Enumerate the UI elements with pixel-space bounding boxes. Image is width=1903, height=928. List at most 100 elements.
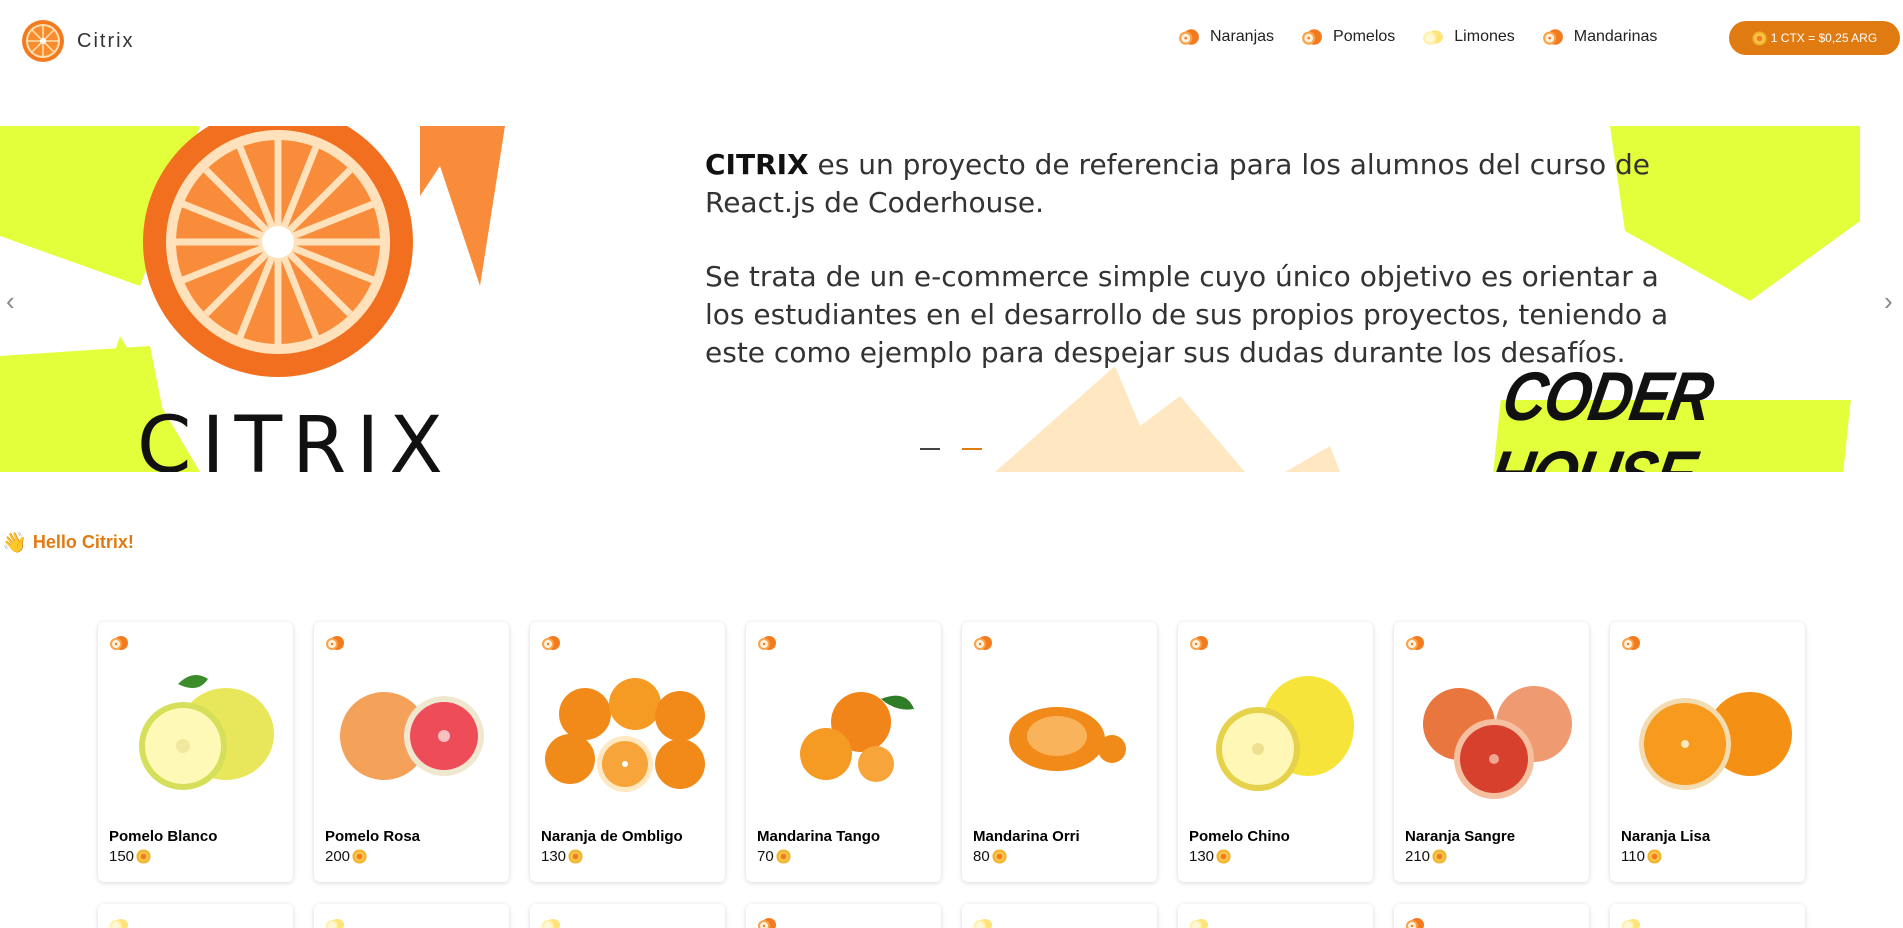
coin-icon bbox=[992, 849, 1007, 864]
product-image bbox=[1404, 664, 1579, 804]
category-fruit-icon bbox=[325, 635, 345, 651]
product-card[interactable]: Pomelo Blanco 150 bbox=[98, 622, 293, 882]
carousel-prev-button[interactable]: ‹ bbox=[6, 286, 15, 317]
orange-icon bbox=[1178, 28, 1200, 46]
nav-item-mandarinas[interactable]: Mandarinas bbox=[1542, 28, 1658, 46]
chevron-left-icon: ‹ bbox=[6, 286, 15, 316]
product-price-value: 80 bbox=[973, 848, 990, 865]
category-fruit-icon bbox=[1621, 917, 1641, 928]
product-price: 210 bbox=[1405, 848, 1447, 865]
nav-item-pomelos[interactable]: Pomelos bbox=[1301, 28, 1395, 46]
coin-icon bbox=[1752, 31, 1767, 46]
product-image bbox=[540, 664, 715, 804]
product-image bbox=[756, 664, 931, 804]
product-card[interactable]: Pomelo Chino 130 bbox=[1178, 622, 1373, 882]
product-price: 70 bbox=[757, 848, 791, 865]
brand-logo[interactable]: Citrix bbox=[21, 19, 135, 63]
category-fruit-icon bbox=[1189, 635, 1209, 651]
product-card[interactable] bbox=[1178, 904, 1373, 928]
nav-item-naranjas[interactable]: Naranjas bbox=[1178, 28, 1274, 46]
category-fruit-icon bbox=[1405, 635, 1425, 651]
product-card[interactable]: Naranja Sangre 210 bbox=[1394, 622, 1589, 882]
product-name: Naranja Lisa bbox=[1621, 828, 1711, 845]
product-price: 110 bbox=[1621, 848, 1662, 865]
coin-icon bbox=[1432, 849, 1447, 864]
currency-rate-button[interactable]: 1 CTX = $0,25 ARG bbox=[1729, 21, 1900, 55]
nav-label: Pomelos bbox=[1333, 28, 1396, 45]
category-fruit-icon bbox=[109, 635, 129, 651]
product-card[interactable] bbox=[314, 904, 509, 928]
category-fruit-icon bbox=[109, 917, 129, 928]
coin-icon bbox=[568, 849, 583, 864]
product-price-value: 130 bbox=[541, 848, 567, 865]
product-card[interactable] bbox=[1610, 904, 1805, 928]
product-card[interactable] bbox=[1394, 904, 1589, 928]
product-price-value: 70 bbox=[757, 848, 774, 865]
product-card[interactable]: Mandarina Tango 70 bbox=[746, 622, 941, 882]
product-card[interactable]: Naranja de Ombligo 130 bbox=[530, 622, 725, 882]
product-card[interactable]: Naranja Lisa 110 bbox=[1610, 622, 1805, 882]
category-fruit-icon bbox=[757, 917, 777, 928]
chevron-right-icon: › bbox=[1884, 286, 1893, 316]
coin-icon bbox=[1216, 849, 1231, 864]
waving-hand-icon: 👋 bbox=[2, 532, 27, 554]
coin-icon bbox=[136, 849, 151, 864]
product-image bbox=[972, 664, 1147, 804]
product-image bbox=[108, 664, 283, 804]
category-fruit-icon bbox=[757, 635, 777, 651]
category-fruit-icon bbox=[1621, 635, 1641, 651]
lemon-icon bbox=[1422, 28, 1444, 46]
carousel-next-button[interactable]: › bbox=[1884, 286, 1893, 317]
product-name: Mandarina Tango bbox=[757, 828, 881, 845]
tangerine-icon bbox=[1542, 28, 1564, 46]
coin-icon bbox=[352, 849, 367, 864]
grapefruit-icon bbox=[1301, 28, 1323, 46]
hero-paragraph-1-text: es un proyecto de referencia para los al… bbox=[705, 148, 1651, 219]
product-grid: Pomelo Blanco 150 Pomelo Rosa 200 Naranja de… bbox=[98, 622, 1826, 882]
product-price: 130 bbox=[1189, 848, 1231, 865]
hero-brand: CITRIX bbox=[705, 148, 809, 181]
product-image bbox=[324, 664, 499, 804]
coderhouse-logo-text: CODER HOUSE bbox=[1483, 357, 1718, 472]
coderhouse-logo: CODER HOUSE bbox=[1483, 358, 1851, 472]
product-image bbox=[1188, 664, 1363, 804]
nav-label: Limones bbox=[1454, 28, 1515, 45]
product-price-value: 210 bbox=[1405, 848, 1431, 865]
product-card[interactable] bbox=[530, 904, 725, 928]
greeting: 👋 Hello Citrix! bbox=[2, 530, 134, 555]
coin-icon bbox=[1647, 849, 1662, 864]
product-card[interactable]: Mandarina Orri 80 bbox=[962, 622, 1157, 882]
product-price-value: 150 bbox=[109, 848, 135, 865]
product-card[interactable] bbox=[962, 904, 1157, 928]
orange-logo-icon bbox=[22, 20, 64, 62]
product-price-value: 200 bbox=[325, 848, 351, 865]
hero-logo-word: CITRIX bbox=[137, 401, 453, 472]
category-fruit-icon bbox=[541, 635, 561, 651]
category-nav: Naranjas Pomelos Limones Mandarinas bbox=[1178, 28, 1684, 46]
product-card[interactable] bbox=[746, 904, 941, 928]
product-price: 200 bbox=[325, 848, 367, 865]
carousel-indicator-1[interactable] bbox=[920, 448, 940, 450]
nav-item-limones[interactable]: Limones bbox=[1422, 28, 1515, 46]
carousel-indicator-2[interactable] bbox=[962, 448, 982, 450]
product-price: 150 bbox=[109, 848, 151, 865]
nav-label: Naranjas bbox=[1210, 28, 1275, 45]
category-fruit-icon bbox=[1405, 917, 1425, 928]
hero-paragraph-2: Se trata de un e-commerce simple cuyo ún… bbox=[705, 260, 1669, 369]
product-name: Pomelo Blanco bbox=[109, 828, 218, 845]
product-card[interactable]: Pomelo Rosa 200 bbox=[314, 622, 509, 882]
product-name: Naranja de Ombligo bbox=[541, 828, 683, 845]
coin-icon bbox=[776, 849, 791, 864]
hero-paragraph-1: CITRIX es un proyecto de referencia para… bbox=[705, 146, 1705, 222]
product-grid-row-2 bbox=[98, 904, 1826, 928]
category-fruit-icon bbox=[973, 635, 993, 651]
category-fruit-icon bbox=[1189, 917, 1209, 928]
product-card[interactable] bbox=[98, 904, 293, 928]
product-price: 80 bbox=[973, 848, 1007, 865]
category-fruit-icon bbox=[541, 917, 561, 928]
top-navbar: Citrix Naranjas Pomelos Limones Mandarin… bbox=[0, 0, 1903, 80]
currency-rate-label: 1 CTX = $0,25 ARG bbox=[1770, 31, 1878, 45]
nav-label: Mandarinas bbox=[1573, 28, 1658, 45]
product-image bbox=[1620, 664, 1795, 804]
product-price-value: 130 bbox=[1189, 848, 1215, 865]
